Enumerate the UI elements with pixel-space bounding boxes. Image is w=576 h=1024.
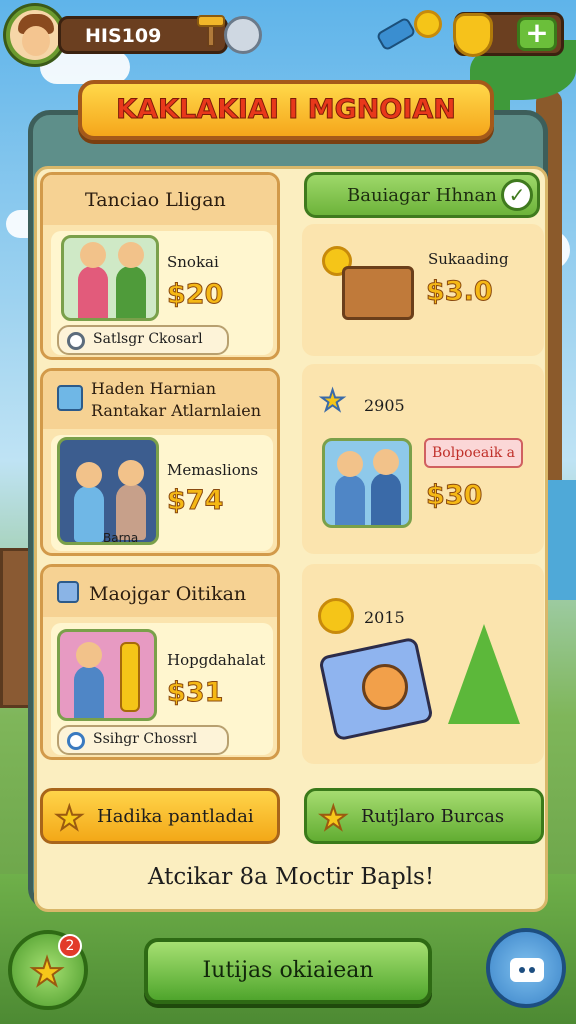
item-price: $31 — [166, 677, 224, 709]
item-thumbnail — [57, 629, 157, 721]
shield-icon — [453, 13, 493, 57]
item-price: $30 — [425, 480, 483, 512]
card-title-line2: Rantakar Atlarnlaien — [91, 401, 262, 420]
star-icon: ★ — [318, 798, 349, 838]
card-title: Tanciao Lligan — [85, 189, 226, 211]
star-icon: ★ — [54, 798, 85, 838]
chat-icon — [510, 958, 544, 982]
right-item-3[interactable]: 2015 — [302, 564, 544, 764]
right-column-header[interactable]: Bauiagar Hhnan ✓ — [304, 172, 540, 218]
favorites-button[interactable]: ★ 2 — [8, 930, 88, 1010]
gift-icon — [57, 385, 83, 411]
title-banner: KAKLAKIAI I MGNOIAN — [78, 80, 494, 140]
item-name: Memaslions — [167, 461, 259, 479]
item-caption: Barna — [103, 531, 139, 545]
page-title: KAKLAKIAI I MGNOIAN — [116, 94, 457, 126]
coin-icon — [414, 10, 442, 38]
item-thumbnail — [322, 438, 412, 528]
shop-card-1[interactable]: Tanciao Lligan Snokai $20 Satlsgr Ckosar… — [40, 172, 280, 360]
shop-card-2[interactable]: Haden Harnian Rantakar Atlarnlaien Memas… — [40, 368, 280, 556]
item-name: Snokai — [167, 253, 219, 271]
clock-icon[interactable] — [224, 16, 262, 54]
item-name: Hopgdahalat — [167, 651, 266, 669]
card-title-line1: Haden Harnian — [91, 379, 216, 398]
avatar[interactable] — [6, 6, 64, 64]
yellow-action-button[interactable]: ★ Hadika pantladai — [40, 788, 280, 844]
player-name: HIS109 — [85, 25, 162, 47]
chat-button[interactable] — [486, 928, 566, 1008]
right-item-2[interactable]: ★ 2905 Bolpoeaik a $30 — [302, 364, 544, 554]
item-price: $3.0 — [426, 276, 494, 308]
select-button[interactable]: Satlsgr Ckosarl — [57, 325, 229, 355]
right-column-title: Bauiagar Hhnan — [347, 185, 497, 206]
item-price: $20 — [166, 279, 224, 311]
radio-icon — [67, 732, 85, 750]
main-cta-button[interactable]: Iutijas okiaiean — [144, 938, 432, 1004]
box-icon — [57, 581, 79, 603]
discount-tag[interactable]: Bolpoeaik a — [424, 438, 523, 468]
item-thumbnail — [57, 437, 159, 545]
footer-text: Atcikar 8a Moctir Bapls! — [147, 864, 435, 890]
star-icon: ★ — [29, 949, 65, 995]
bunny-icon — [362, 664, 408, 710]
item-name: Sukaading — [428, 250, 509, 268]
item-price: $74 — [166, 485, 224, 517]
green-action-button[interactable]: ★ Rutjlaro Burcas — [304, 788, 544, 844]
player-hud: HIS109 — [6, 6, 262, 64]
coin-icon — [318, 598, 354, 634]
item-year: 2905 — [364, 396, 405, 415]
chest-icon — [342, 266, 414, 320]
resources-hud: + — [375, 8, 570, 60]
resource-bar: + — [453, 12, 564, 57]
right-column: Sukaading $3.0 ★ 2905 Bolpoeaik a $30 20… — [302, 224, 544, 882]
telescope-icon[interactable] — [375, 16, 417, 52]
radio-icon — [67, 332, 85, 350]
right-item-1[interactable]: Sukaading $3.0 — [302, 224, 544, 356]
star-icon: ★ — [319, 383, 346, 418]
notification-badge: 2 — [58, 934, 82, 958]
item-thumbnail — [61, 235, 159, 321]
add-resource-button[interactable]: + — [517, 17, 557, 51]
check-icon: ✓ — [501, 179, 533, 211]
select-button[interactable]: Ssihgr Chossrl — [57, 725, 229, 755]
gift-bag-icon — [448, 624, 520, 724]
card-title: Maojgar Oitikan — [89, 583, 247, 605]
hammer-icon[interactable] — [196, 12, 226, 48]
shop-card-3[interactable]: Maojgar Oitikan Hopgdahalat $31 Ssihgr C… — [40, 564, 280, 760]
item-year: 2015 — [364, 608, 405, 627]
